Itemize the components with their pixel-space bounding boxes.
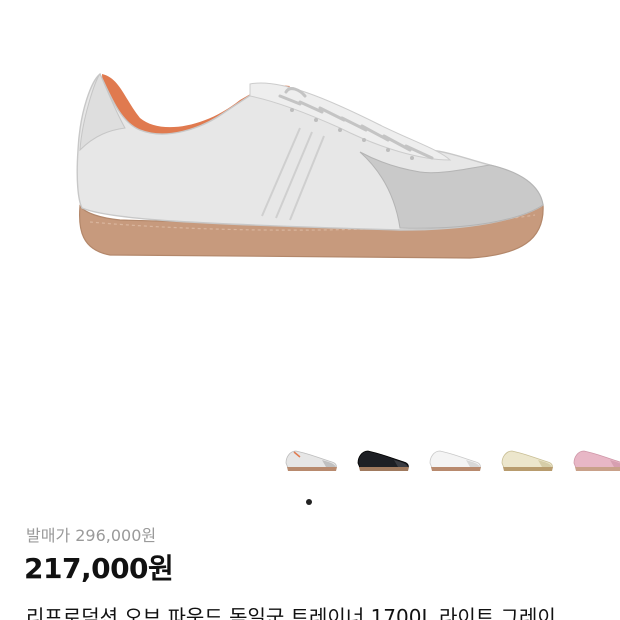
colorway-thumbnails [280,443,620,477]
original-price: 발매가 296,000원 [26,526,157,545]
product-page: 발매가 296,000원 217,000원 리프로덕션 오브 파운드 독일군 트… [0,0,620,620]
carousel-dot-active[interactable] [306,499,312,505]
thumbnail-cream[interactable] [498,443,556,477]
thumbnail-white[interactable] [426,443,484,477]
thumbnail-grey[interactable] [282,443,340,477]
product-title[interactable]: 리프로덕션 오브 파운드 독일군 트레이너 1700L 라이트 그레이 [26,601,620,620]
thumbnail-black[interactable] [354,443,412,477]
thumbnail-pink[interactable] [570,443,620,477]
sale-price: 217,000원 [24,552,174,585]
sneaker-illustration [76,72,544,259]
carousel-indicator[interactable] [306,490,312,509]
product-main-image[interactable] [0,0,620,440]
